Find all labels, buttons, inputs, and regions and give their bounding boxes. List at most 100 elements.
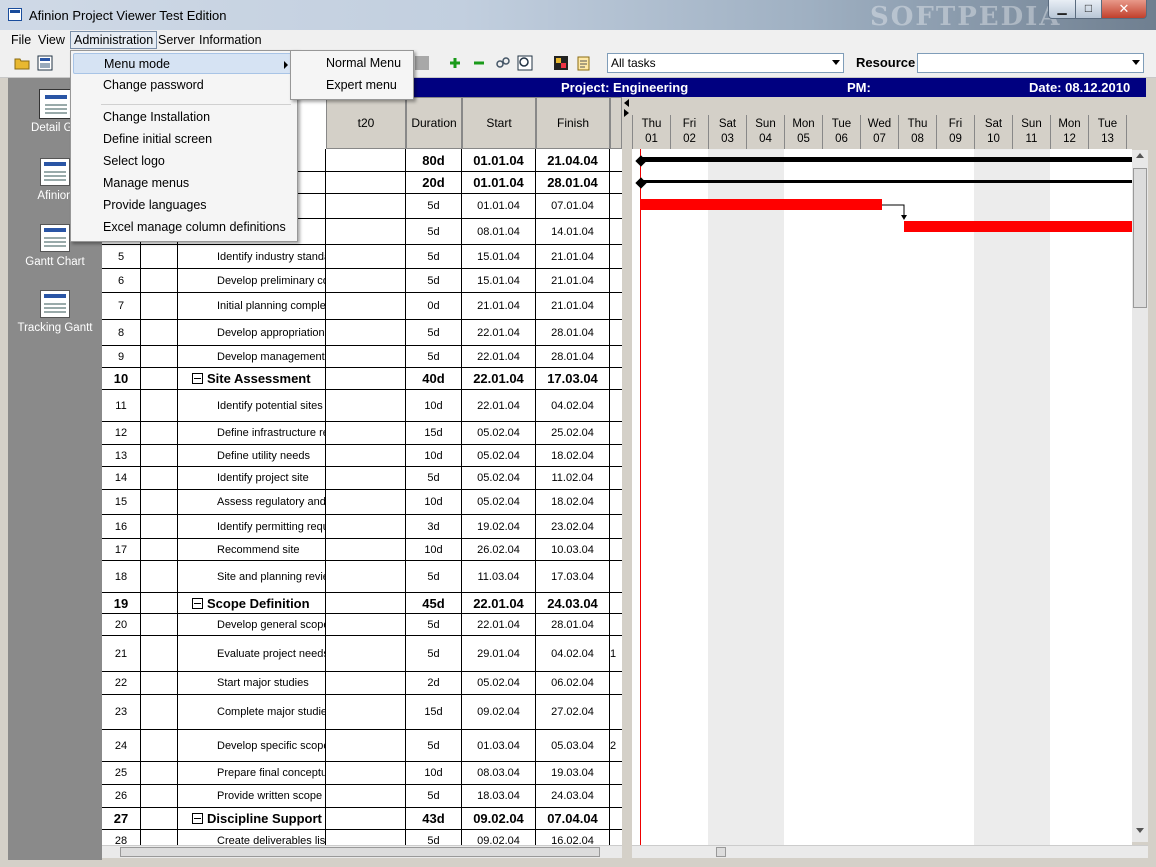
task-t20-cell[interactable] [326, 422, 406, 444]
pane-splitter[interactable] [622, 97, 632, 857]
task-extra-cell[interactable] [610, 293, 622, 319]
task-indicator-cell[interactable] [141, 515, 178, 538]
define-initial-screen-item[interactable]: Define initial screen [73, 129, 295, 150]
task-indicator-cell[interactable] [141, 785, 178, 807]
task-t20-cell[interactable] [326, 830, 406, 845]
task-indicator-cell[interactable] [141, 830, 178, 845]
task-duration-cell[interactable]: 5d [406, 561, 462, 592]
task-finish-cell[interactable]: 06.02.04 [536, 672, 610, 694]
task-name-cell[interactable]: Identify potential sites [178, 390, 326, 421]
task-extra-cell[interactable] [610, 422, 622, 444]
task-id-cell[interactable]: 26 [102, 785, 141, 807]
task-indicator-cell[interactable] [141, 467, 178, 489]
task-id-cell[interactable]: 22 [102, 672, 141, 694]
task-indicator-cell[interactable] [141, 320, 178, 345]
menu-administration[interactable]: Administration [70, 31, 158, 49]
task-name-cell[interactable]: Develop preliminary co [178, 269, 326, 292]
task-name-cell[interactable]: Recommend site [178, 539, 326, 560]
task-start-cell[interactable]: 22.01.04 [462, 320, 536, 345]
task-finish-cell[interactable]: 21.01.04 [536, 269, 610, 292]
task-name-cell[interactable]: Develop management [178, 346, 326, 367]
task-extra-cell[interactable] [610, 390, 622, 421]
task-indicator-cell[interactable] [141, 730, 178, 761]
task-start-cell[interactable]: 05.02.04 [462, 490, 536, 514]
task-t20-cell[interactable] [326, 219, 406, 244]
task-name-cell[interactable]: Scope Definition [178, 593, 326, 613]
table-row[interactable]: 8 Develop appropriation 5d 22.01.04 28.01.04 [102, 320, 622, 346]
task-duration-cell[interactable]: 10d [406, 390, 462, 421]
task-start-cell[interactable]: 26.02.04 [462, 539, 536, 560]
task-duration-cell[interactable]: 5d [406, 830, 462, 845]
table-row[interactable]: 23 Complete major studie 15d 09.02.04 27.02.… [102, 695, 622, 730]
task-indicator-cell[interactable] [141, 695, 178, 729]
task-name-cell[interactable]: Develop specific scope [178, 730, 326, 761]
select-logo-item[interactable]: Select logo [73, 151, 295, 172]
task-finish-cell[interactable]: 19.03.04 [536, 762, 610, 784]
task-id-cell[interactable]: 15 [102, 490, 141, 514]
task-finish-cell[interactable]: 18.02.04 [536, 490, 610, 514]
task-duration-cell[interactable]: 5d [406, 467, 462, 489]
menu-mode-item[interactable]: Menu mode [73, 53, 295, 74]
task-finish-cell[interactable]: 17.03.04 [536, 368, 610, 389]
task-id-cell[interactable]: 17 [102, 539, 141, 560]
task-indicator-cell[interactable] [141, 422, 178, 444]
column-header-extra[interactable] [610, 97, 622, 149]
task-id-cell[interactable]: 5 [102, 245, 141, 268]
task-start-cell[interactable]: 15.01.04 [462, 269, 536, 292]
task-indicator-cell[interactable] [141, 346, 178, 367]
task-start-cell[interactable]: 29.01.04 [462, 636, 536, 671]
task-t20-cell[interactable] [326, 539, 406, 560]
collapse-icon[interactable] [192, 597, 203, 609]
summary-bar-project[interactable] [640, 157, 1132, 162]
task-finish-cell[interactable]: 28.01.04 [536, 346, 610, 367]
table-row[interactable]: 27 Discipline Support 43d 09.02.04 07.04.04 [102, 808, 622, 830]
task-start-cell[interactable]: 09.02.04 [462, 808, 536, 829]
task-name-cell[interactable]: Evaluate project needs [178, 636, 326, 671]
vertical-scroll-thumb[interactable] [1133, 168, 1147, 308]
task-extra-cell[interactable] [610, 194, 622, 218]
task-start-cell[interactable]: 01.01.04 [462, 172, 536, 193]
task-t20-cell[interactable] [326, 515, 406, 538]
task-t20-cell[interactable] [326, 593, 406, 613]
task-duration-cell[interactable]: 10d [406, 490, 462, 514]
task-t20-cell[interactable] [326, 346, 406, 367]
task-start-cell[interactable]: 19.02.04 [462, 515, 536, 538]
table-row[interactable]: 15 Assess regulatory and 10d 05.02.04 18.02.… [102, 490, 622, 515]
task-duration-cell[interactable]: 45d [406, 593, 462, 613]
task-t20-cell[interactable] [326, 245, 406, 268]
task-t20-cell[interactable] [326, 269, 406, 292]
task-finish-cell[interactable]: 24.03.04 [536, 785, 610, 807]
column-header-start[interactable]: Start [462, 97, 536, 149]
task-extra-cell[interactable] [610, 561, 622, 592]
task-indicator-cell[interactable] [141, 245, 178, 268]
task-finish-cell[interactable]: 27.02.04 [536, 695, 610, 729]
task-duration-cell[interactable]: 10d [406, 539, 462, 560]
task-indicator-cell[interactable] [141, 390, 178, 421]
task-name-cell[interactable]: Identify project site [178, 467, 326, 489]
minimize-button[interactable]: ▁ [1048, 0, 1076, 19]
task-duration-cell[interactable]: 5d [406, 785, 462, 807]
task-finish-cell[interactable]: 21.04.04 [536, 149, 610, 171]
task-extra-cell[interactable] [610, 515, 622, 538]
task-name-cell[interactable]: Define utility needs [178, 445, 326, 466]
table-row[interactable]: 25 Prepare final conceptu 10d 08.03.04 19.03… [102, 762, 622, 785]
task-duration-cell[interactable]: 5d [406, 730, 462, 761]
task-extra-cell[interactable] [610, 593, 622, 613]
task-extra-cell[interactable] [610, 539, 622, 560]
task-start-cell[interactable]: 11.03.04 [462, 561, 536, 592]
provide-languages-item[interactable]: Provide languages [73, 195, 295, 216]
task-start-cell[interactable]: 05.02.04 [462, 445, 536, 466]
task-extra-cell[interactable] [610, 445, 622, 466]
task-t20-cell[interactable] [326, 293, 406, 319]
maximize-button[interactable]: □ [1075, 0, 1102, 19]
task-finish-cell[interactable]: 28.01.04 [536, 320, 610, 345]
task-duration-cell[interactable]: 5d [406, 614, 462, 635]
task-extra-cell[interactable] [610, 762, 622, 784]
minus-icon[interactable] [471, 55, 487, 71]
task-t20-cell[interactable] [326, 467, 406, 489]
task-finish-cell[interactable]: 24.03.04 [536, 593, 610, 613]
task-duration-cell[interactable]: 0d [406, 293, 462, 319]
gantt-scroll-thumb[interactable] [716, 847, 726, 857]
task-id-cell[interactable]: 8 [102, 320, 141, 345]
task-indicator-cell[interactable] [141, 672, 178, 694]
